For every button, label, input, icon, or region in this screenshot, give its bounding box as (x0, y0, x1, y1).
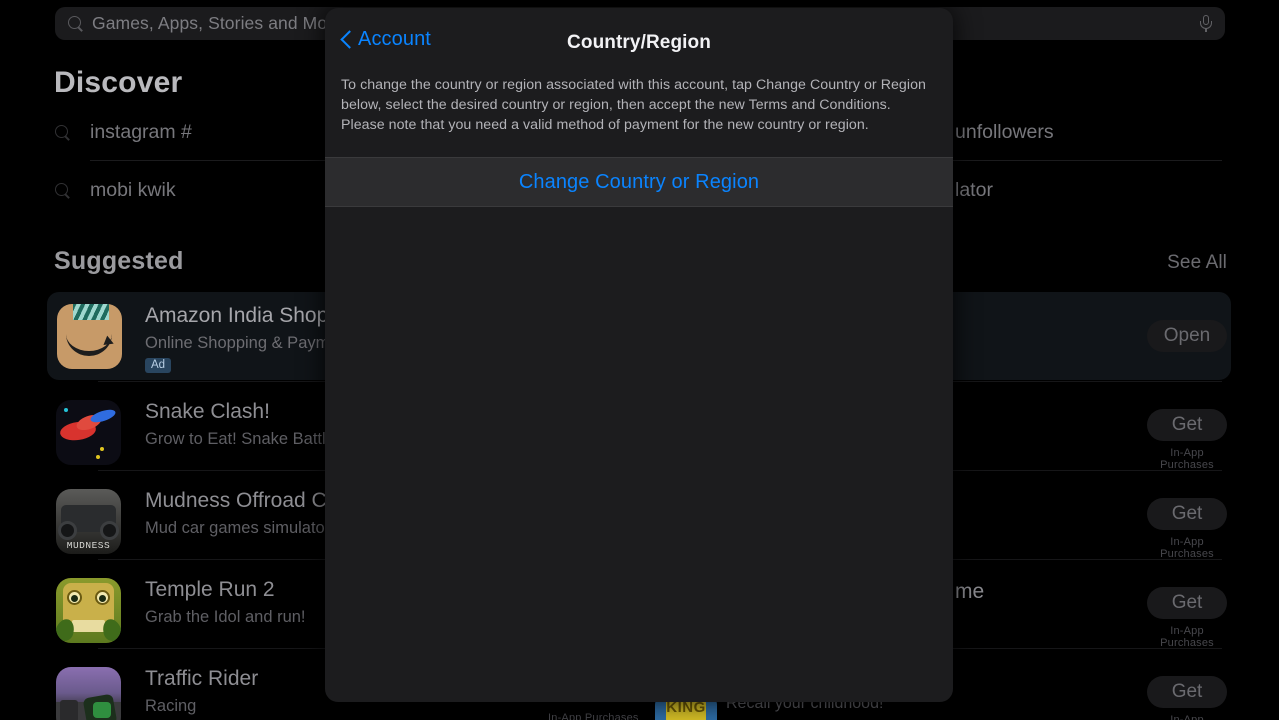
get-button[interactable]: Get (1147, 676, 1227, 708)
search-input-placeholder[interactable]: Games, Apps, Stories and More (92, 13, 343, 34)
divider (955, 160, 1222, 161)
modal-description: To change the country or region associat… (341, 77, 926, 133)
snake-clash-icon (56, 400, 121, 465)
app-title: Temple Run 2 (145, 578, 275, 601)
discover-item-label: mobi kwik (90, 178, 176, 201)
mudness-icon: MUDNESS (56, 489, 121, 554)
discover-heading: Discover (54, 66, 183, 99)
search-icon (67, 15, 84, 32)
see-all-link[interactable]: See All (1167, 252, 1227, 274)
app-subtitle: Grab the Idol and run! (145, 608, 306, 626)
app-store-screen: Games, Apps, Stories and More Discover i… (0, 0, 1279, 720)
open-button[interactable]: Open (1147, 320, 1227, 352)
country-region-modal: Account Country/Region To change the cou… (325, 8, 953, 702)
traffic-rider-icon (56, 667, 121, 720)
get-button[interactable]: Get (1147, 587, 1227, 619)
modal-title: Country/Region (567, 32, 711, 53)
discover-item-label: instagram # (90, 120, 192, 143)
change-country-or-region-label: Change Country or Region (518, 170, 760, 193)
change-country-or-region-button[interactable]: Change Country or Region (325, 157, 953, 208)
in-app-purchases-label: In-App Purchases (1160, 447, 1214, 471)
search-icon (54, 182, 71, 199)
ad-badge: Ad (145, 358, 172, 373)
in-app-purchases-label: In-App Purchases (1160, 625, 1214, 649)
discover-item-3-fragment[interactable]: lator (955, 179, 993, 202)
get-button[interactable]: Get (1147, 498, 1227, 530)
temple-run-icon (56, 578, 121, 643)
occluded-app-title-fragment: me (955, 580, 985, 603)
in-app-purchases-label: In-App Purchases (548, 712, 639, 720)
get-button[interactable]: Get (1147, 409, 1227, 441)
app-subtitle: Racing (145, 697, 197, 715)
in-app-purchases-label: In-App Purchases (1160, 536, 1214, 560)
amazon-icon (57, 304, 122, 369)
search-icon (54, 124, 71, 141)
app-title: Snake Clash! (145, 400, 270, 423)
discover-item-2-fragment[interactable]: unfollowers (955, 121, 1054, 144)
microphone-icon[interactable] (1199, 15, 1213, 33)
app-title: Traffic Rider (145, 667, 259, 690)
in-app-purchases-label: In-App Purchases (1170, 714, 1204, 720)
suggested-heading: Suggested (54, 247, 184, 275)
modal-header: Account Country/Region (325, 8, 953, 68)
